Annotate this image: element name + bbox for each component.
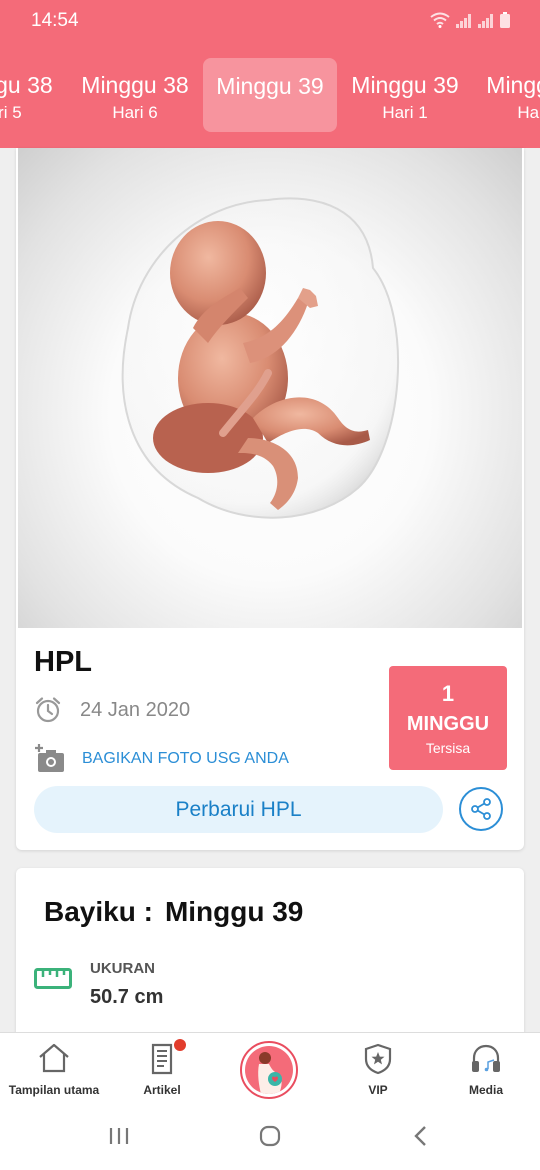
share-usg-photo[interactable]: BAGIKAN FOTO USG ANDA bbox=[34, 744, 289, 774]
hpl-card: HPL 24 Jan 2020 BAGIKAN FOTO USG ANDA 1 … bbox=[16, 148, 524, 850]
week-tab-day: Hari 1 bbox=[382, 103, 428, 122]
signal-icon bbox=[478, 14, 493, 28]
signal-icon bbox=[456, 14, 471, 28]
battery-icon bbox=[500, 12, 510, 28]
fetus-illustration bbox=[18, 148, 522, 628]
due-date-row: 24 Jan 2020 bbox=[34, 696, 190, 724]
vip-shield-icon bbox=[364, 1043, 392, 1075]
week-tab-title: Minggu 39 bbox=[351, 72, 459, 98]
pregnancy-center-button[interactable] bbox=[240, 1041, 298, 1099]
status-bar: 14:54 bbox=[0, 0, 540, 42]
ruler-icon bbox=[34, 968, 72, 989]
baby-title-week: Minggu 39 bbox=[164, 896, 304, 927]
fetus-image bbox=[121, 197, 400, 519]
nav-media[interactable]: Media bbox=[432, 1033, 540, 1105]
update-hpl-button[interactable]: Perbarui HPL bbox=[34, 786, 443, 833]
week-tab-day: Hari 5 bbox=[0, 103, 22, 122]
week-tab[interactable]: Minggu 38 Hari 5 bbox=[0, 58, 66, 132]
notification-dot bbox=[174, 1039, 186, 1051]
week-tab[interactable]: Minggu 38 Hari 6 bbox=[68, 58, 202, 132]
nav-articles-label: Artikel bbox=[143, 1083, 181, 1097]
weeks-remaining-badge: 1 MINGGU Tersisa bbox=[389, 666, 507, 770]
baby-week-title: Bayiku : Minggu 39 bbox=[44, 896, 303, 928]
week-tab-selected[interactable]: Minggu 39 bbox=[203, 58, 337, 132]
share-button[interactable] bbox=[459, 787, 503, 831]
size-label: UKURAN bbox=[90, 960, 155, 977]
app-header: 14:54 gu 38 ri 5 Minggu 38 Hari 6 Minggu… bbox=[0, 0, 540, 148]
week-tab-day: Hari 2 bbox=[517, 103, 540, 122]
home-circle-icon[interactable] bbox=[258, 1124, 282, 1148]
pregnant-icon bbox=[258, 1052, 282, 1094]
week-tab-title: Minggu 39 bbox=[486, 72, 540, 98]
week-tab[interactable]: Minggu 39 Hari 1 bbox=[338, 58, 472, 132]
due-date: 24 Jan 2020 bbox=[80, 698, 191, 721]
nav-vip[interactable]: VIP bbox=[324, 1033, 432, 1105]
home-icon bbox=[39, 1043, 69, 1073]
bottom-nav: Tampilan utama Artikel VIP Media bbox=[0, 1032, 540, 1105]
week-tab[interactable]: Minggu 39 Hari 2 bbox=[473, 58, 540, 132]
nav-articles[interactable]: Artikel bbox=[108, 1033, 216, 1105]
weeks-remaining-unit: MINGGU bbox=[406, 713, 490, 735]
hpl-title: HPL bbox=[34, 646, 92, 678]
week-tab-title: Minggu 38 bbox=[81, 72, 189, 98]
weeks-remaining-number: 1 bbox=[441, 681, 455, 706]
share-usg-label: BAGIKAN FOTO USG ANDA bbox=[82, 750, 289, 767]
week-tabs: Minggu 38 Hari 5 Minggu 38 Hari 6 Minggu… bbox=[0, 56, 540, 132]
status-icons bbox=[430, 12, 510, 28]
share-icon bbox=[471, 798, 491, 820]
nav-home[interactable]: Tampilan utama bbox=[0, 1033, 108, 1105]
back-icon[interactable] bbox=[410, 1124, 432, 1148]
nav-media-label: Media bbox=[468, 1083, 503, 1097]
weeks-remaining-caption: Tersisa bbox=[425, 740, 471, 756]
week-tab-title: Minggu 39 bbox=[216, 73, 324, 99]
baby-title-prefix: Bayiku : bbox=[44, 896, 153, 927]
status-time: 14:54 bbox=[31, 10, 79, 31]
recents-icon[interactable] bbox=[108, 1124, 130, 1148]
week-tab-day: Hari 6 bbox=[112, 103, 158, 122]
article-icon bbox=[151, 1043, 173, 1075]
wifi-icon bbox=[430, 12, 450, 28]
alarm-clock-icon bbox=[35, 697, 61, 723]
add-photo-icon bbox=[35, 744, 64, 772]
headphones-icon bbox=[472, 1044, 500, 1072]
size-value: 50.7 cm bbox=[90, 986, 164, 1008]
system-navigation-bar bbox=[0, 1104, 540, 1170]
nav-vip-label: VIP bbox=[368, 1083, 388, 1097]
week-tab-title: Minggu 38 bbox=[0, 72, 53, 98]
nav-home-label: Tampilan utama bbox=[8, 1083, 100, 1097]
